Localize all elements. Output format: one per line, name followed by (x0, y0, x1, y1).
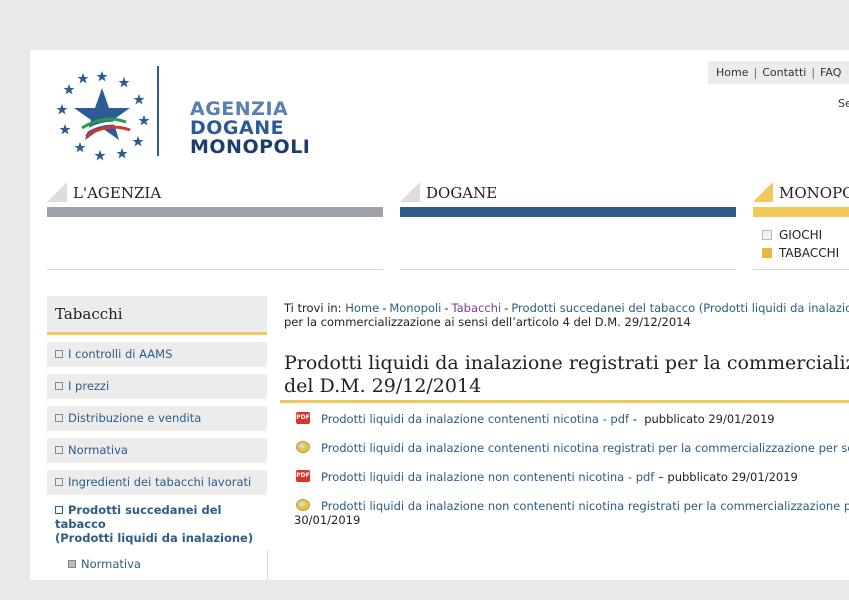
utility-home-link[interactable]: Home (716, 66, 748, 79)
page: AGENZIA DOGANE MONOPOLI Home | Contatti | FA… (30, 50, 849, 580)
sidebar-item-prezzi[interactable]: I prezzi (47, 374, 267, 399)
list-item: PDF Prodotti liquidi da inalazione conte… (294, 412, 849, 426)
utility-contatti-link[interactable]: Contatti (762, 66, 806, 79)
sidebar-subitem-normativa[interactable]: Normativa (47, 557, 267, 571)
section-title: DOGANE (426, 184, 498, 202)
bullet-active-icon (762, 247, 772, 258)
breadcrumb-prefix: Ti trovi in: (284, 301, 342, 315)
corner-triangle-icon (400, 182, 420, 202)
submenu-item-giochi[interactable]: GIOCHI (762, 226, 839, 244)
document-date: – pubblicato 29/01/2019 (654, 470, 798, 484)
generic-file-icon (296, 499, 310, 511)
pdf-icon: PDF (296, 470, 310, 482)
sidebar-item-controlli[interactable]: I controlli di AAMS (47, 342, 267, 367)
list-item: Prodotti liquidi da inalazione non conte… (294, 499, 849, 527)
document-date: - pubblicato 29/01/2019 (629, 412, 775, 426)
sidebar: Tabacchi I controlli di AAMS I prezzi Di… (47, 296, 267, 571)
breadcrumb-tabacchi-link[interactable]: Tabacchi (452, 301, 502, 315)
page-title: Prodotti liquidi da inalazione registrat… (284, 352, 849, 398)
sidebar-heading: Tabacchi (47, 296, 267, 335)
list-item: PDF Prodotti liquidi da inalazione non c… (294, 470, 849, 484)
divider (400, 269, 736, 270)
document-link[interactable]: Prodotti liquidi da inalazione contenent… (321, 441, 849, 455)
breadcrumb-monopoli-link[interactable]: Monopoli (389, 301, 441, 315)
page-title-line1: Prodotti liquidi da inalazione registrat… (284, 352, 849, 374)
sidebar-item-label: Normativa (68, 443, 128, 457)
submenu-item-tabacchi[interactable]: TABACCHI (762, 244, 839, 262)
sidebar-item-ingredienti[interactable]: Ingredienti dei tabacchi lavorati (47, 470, 267, 495)
breadcrumb-current-continued: per la commercializzazione ai sensi dell… (284, 315, 691, 329)
corner-triangle-icon (47, 182, 67, 202)
section-monopoli[interactable]: MONOPOLI (753, 182, 849, 218)
page-title-line2: del D.M. 29/12/2014 (284, 375, 482, 397)
sidebar-item-label: I controlli di AAMS (68, 347, 173, 361)
sidebar-subitem-label: Normativa (81, 557, 141, 571)
sidebar-item-label: Ingredienti dei tabacchi lavorati (68, 475, 252, 489)
utility-faq-link[interactable]: FAQ (820, 66, 841, 79)
search-link-partial[interactable]: Se (838, 97, 849, 110)
section-color-bar (400, 207, 736, 217)
documents-list: PDF Prodotti liquidi da inalazione conte… (294, 412, 849, 527)
section-title: L'AGENZIA (73, 184, 162, 202)
bullet-icon (55, 381, 63, 390)
sidebar-item-label: Prodotti succedanei del tabacco (55, 503, 222, 531)
sidebar-item-distribuzione[interactable]: Distribuzione e vendita (47, 406, 267, 431)
bullet-icon (762, 229, 772, 240)
bullet-icon (55, 477, 63, 486)
document-date: 30/01/2019 (294, 513, 361, 527)
title-underline (280, 400, 849, 403)
eu-stars-logo-icon (56, 66, 159, 161)
document-link[interactable]: Prodotti liquidi da inalazione non conte… (321, 499, 849, 513)
bullet-icon (55, 349, 63, 358)
bullet-icon (55, 445, 63, 454)
document-link[interactable]: Prodotti liquidi da inalazione non conte… (321, 470, 654, 484)
section-dogane[interactable]: DOGANE (400, 182, 736, 218)
bullet-icon (55, 413, 63, 422)
section-title: MONOPOLI (779, 184, 849, 202)
corner-triangle-icon (753, 182, 773, 202)
bullet-square-icon (68, 559, 76, 568)
utility-nav: Home | Contatti | FAQ (708, 61, 849, 84)
divider (47, 269, 383, 270)
sidebar-item-label: I prezzi (68, 379, 110, 393)
sidebar-item-label: Distribuzione e vendita (68, 411, 202, 425)
logo-wordmark: AGENZIA DOGANE MONOPOLI (190, 100, 310, 157)
divider (753, 269, 849, 270)
breadcrumb-current-link[interactable]: Prodotti succedanei del tabacco (Prodott… (511, 301, 849, 315)
sidebar-item-label-line2: (Prodotti liquidi da inalazione) (55, 531, 254, 545)
pdf-icon: PDF (296, 412, 310, 424)
breadcrumb: Ti trovi in: Home - Monopoli - Tabacchi - Prod… (284, 301, 849, 329)
submenu-label: TABACCHI (779, 246, 840, 260)
agency-logo[interactable]: AGENZIA DOGANE MONOPOLI (52, 66, 310, 161)
breadcrumb-home-link[interactable]: Home (345, 301, 379, 315)
separator: | (811, 66, 816, 79)
sidebar-item-normativa[interactable]: Normativa (47, 438, 267, 463)
divider (267, 550, 268, 580)
document-link[interactable]: Prodotti liquidi da inalazione contenent… (321, 412, 629, 426)
list-item: Prodotti liquidi da inalazione contenent… (294, 441, 849, 455)
section-color-bar (47, 207, 383, 217)
section-color-bar (753, 207, 849, 217)
section-agenzia[interactable]: L'AGENZIA (47, 182, 383, 218)
bullet-icon (55, 505, 63, 514)
monopoli-submenu: GIOCHI TABACCHI (762, 226, 839, 262)
sidebar-item-prodotti-succedanei[interactable]: Prodotti succedanei del tabacco (Prodott… (47, 503, 267, 545)
separator: | (753, 66, 758, 79)
submenu-label: GIOCHI (779, 228, 823, 242)
generic-file-icon (296, 441, 310, 453)
logo-line-monopoli: MONOPOLI (190, 136, 311, 158)
